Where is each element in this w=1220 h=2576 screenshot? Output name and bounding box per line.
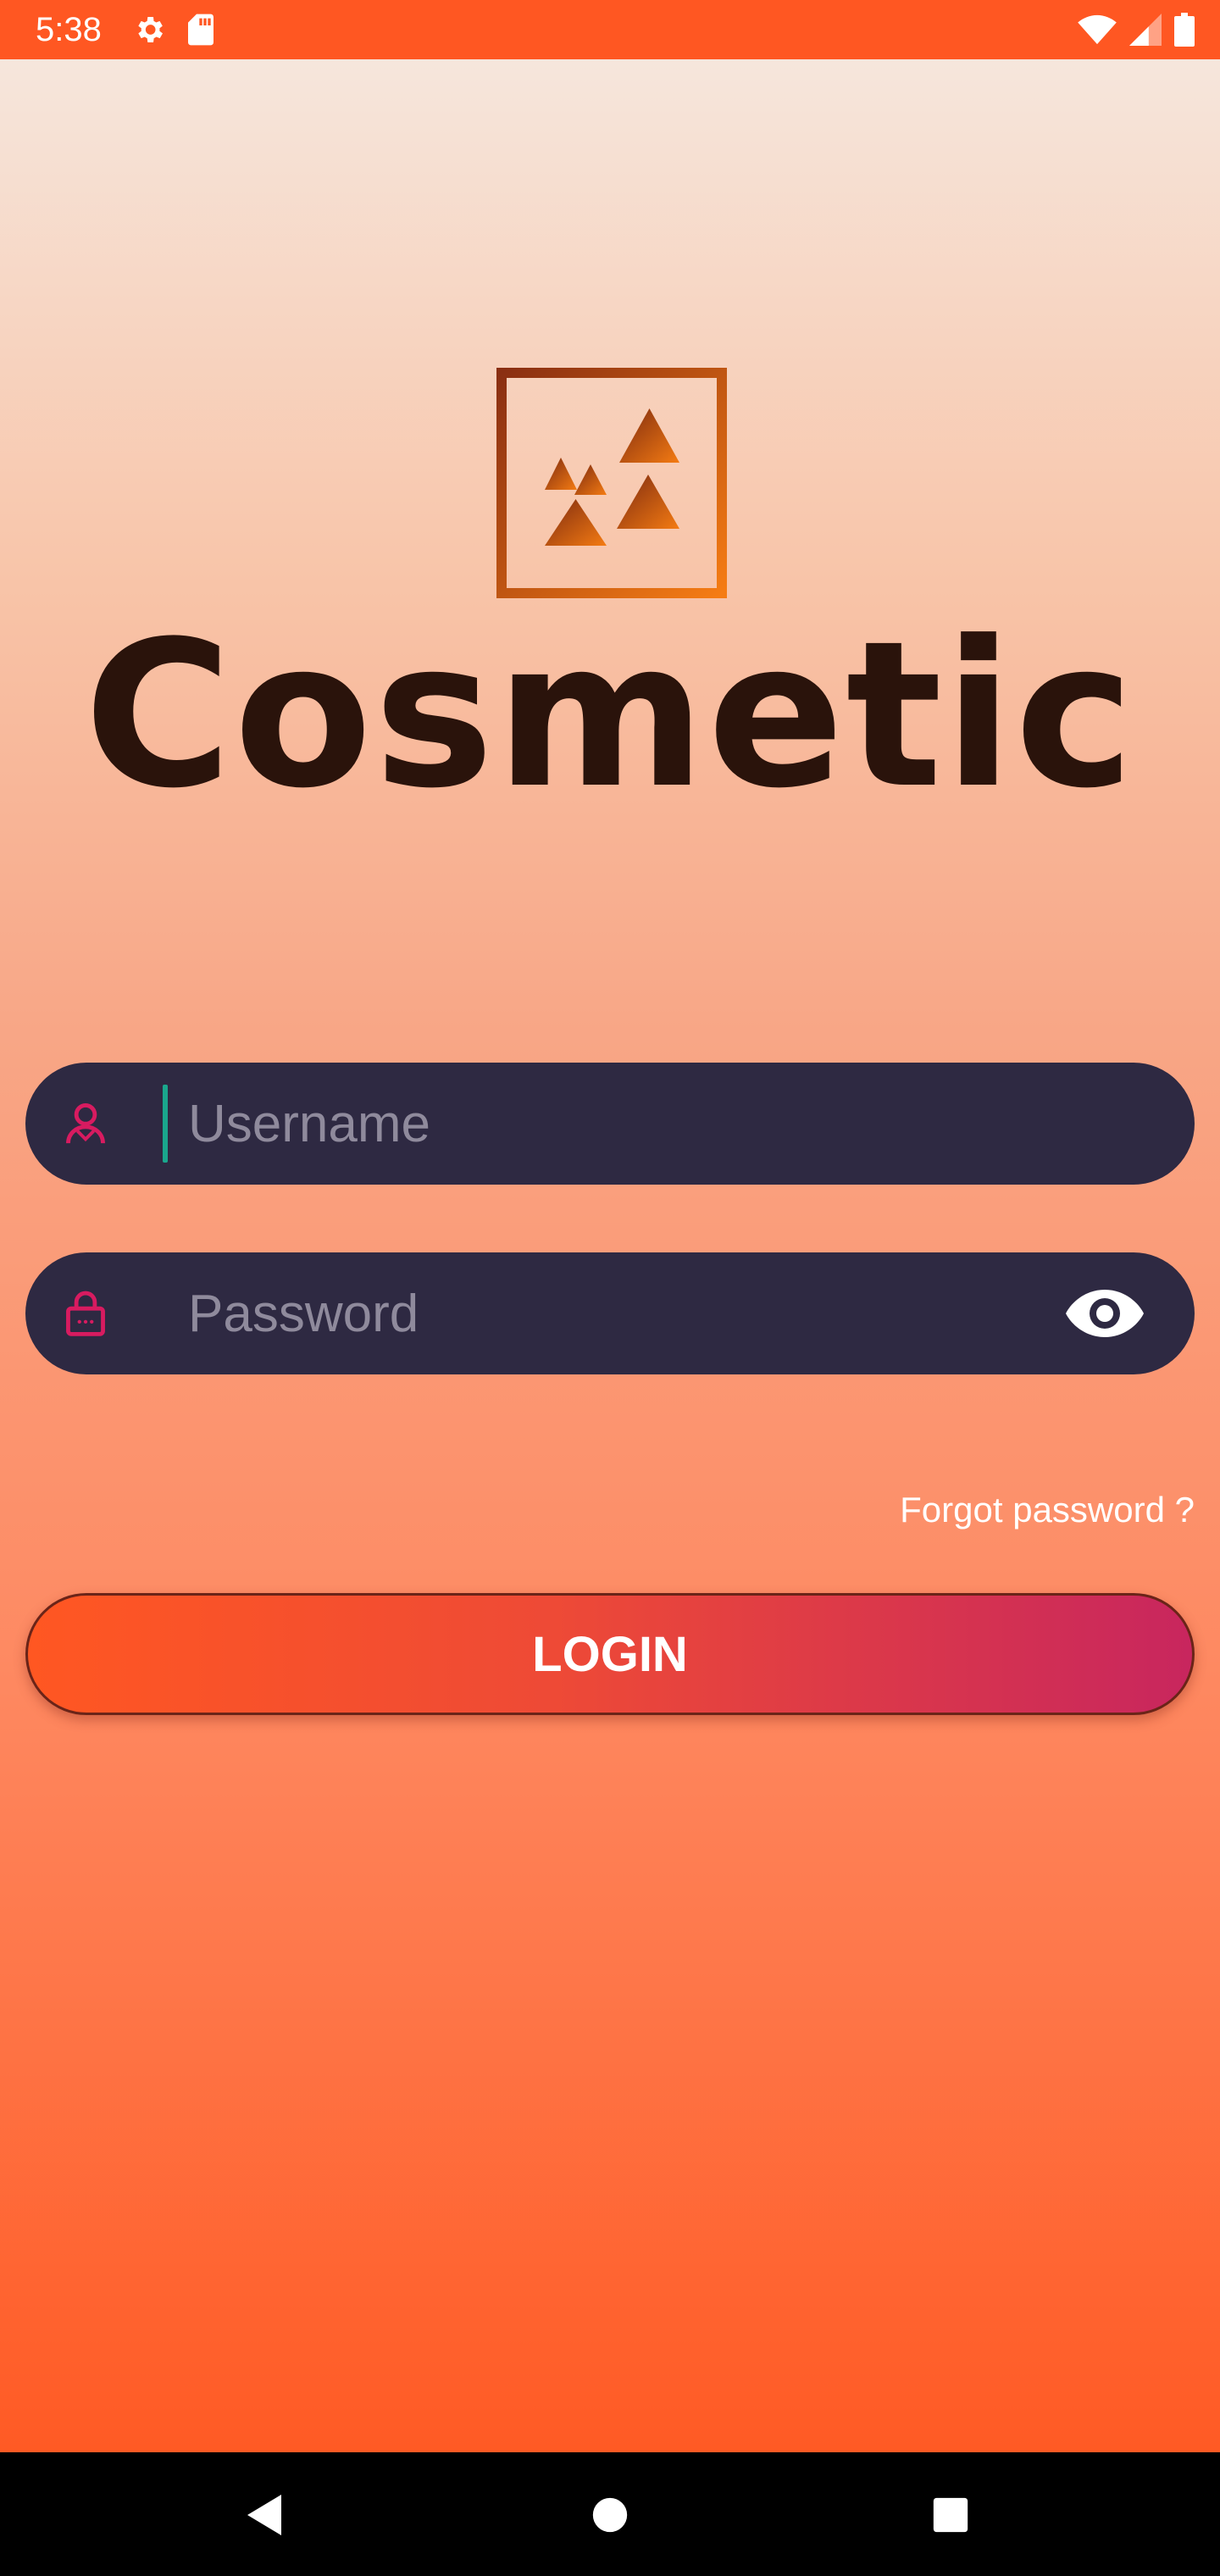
sd-card-icon xyxy=(186,13,215,47)
status-left-icons xyxy=(132,12,215,47)
back-icon[interactable] xyxy=(232,2483,297,2547)
password-field[interactable] xyxy=(25,1252,1195,1374)
text-cursor xyxy=(163,1085,168,1163)
status-time: 5:38 xyxy=(36,11,102,48)
login-screen: Cosmetic Username Forgot password ? LOGI… xyxy=(0,59,1220,2452)
gear-icon xyxy=(132,13,166,47)
user-icon xyxy=(61,1098,110,1147)
login-button[interactable]: LOGIN xyxy=(25,1593,1195,1715)
forgot-password-link[interactable]: Forgot password ? xyxy=(900,1488,1195,1532)
brand-name: Cosmetic xyxy=(84,598,1136,833)
status-right-icons xyxy=(1078,12,1195,47)
cell-signal-icon xyxy=(1128,14,1162,46)
status-bar: 5:38 xyxy=(0,0,1220,59)
lock-icon xyxy=(61,1288,110,1337)
triangles-logo-icon xyxy=(496,368,727,598)
password-input[interactable] xyxy=(163,1271,1044,1356)
recents-icon[interactable] xyxy=(918,2483,983,2547)
username-field[interactable] xyxy=(25,1063,1195,1185)
wifi-icon xyxy=(1078,14,1117,46)
navigation-bar xyxy=(0,2452,1220,2576)
eye-icon[interactable] xyxy=(1064,1278,1145,1349)
username-input[interactable] xyxy=(163,1081,1044,1166)
battery-icon xyxy=(1174,13,1195,47)
home-icon[interactable] xyxy=(578,2483,642,2547)
